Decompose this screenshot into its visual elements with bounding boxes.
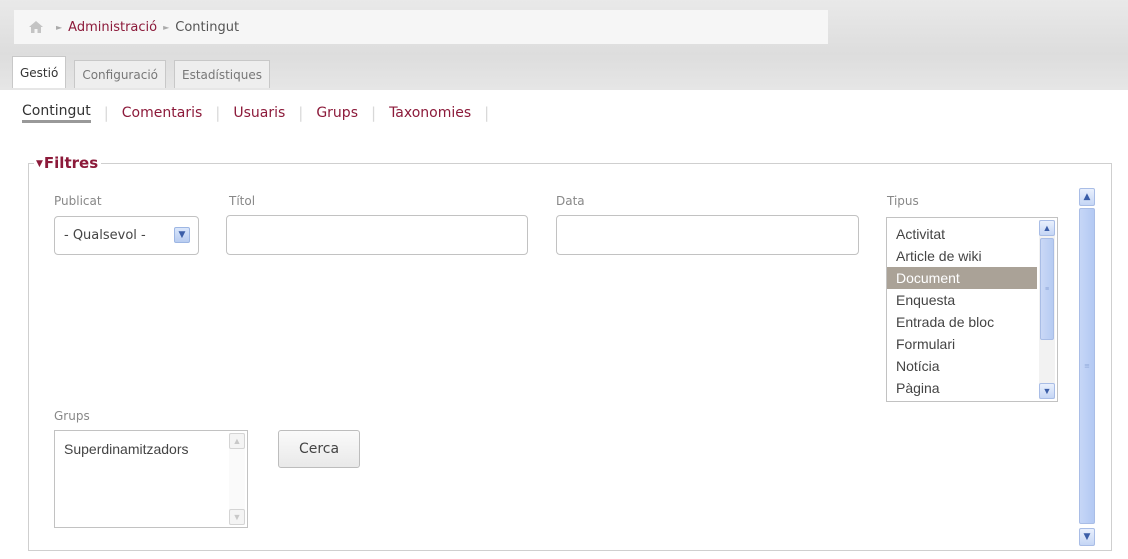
nav-divider: | <box>215 104 221 122</box>
grups-option[interactable]: Superdinamitzadors <box>55 438 247 460</box>
grups-label: Grups <box>54 409 90 423</box>
tipus-option[interactable]: Entrada de bloc <box>887 311 1057 333</box>
subnav-comentaris[interactable]: Comentaris <box>122 105 202 121</box>
scroll-down-icon[interactable]: ▼ <box>229 509 245 525</box>
tipus-option[interactable]: Enquesta <box>887 289 1057 311</box>
scroll-thumb[interactable]: ≡ <box>1079 208 1095 524</box>
subnav-contingut[interactable]: Contingut <box>22 103 91 123</box>
titol-input[interactable] <box>226 215 528 255</box>
data-label: Data <box>556 194 585 208</box>
data-input[interactable] <box>556 215 859 255</box>
secondary-nav: Contingut | Comentaris | Usuaris | Grups… <box>22 100 502 126</box>
scroll-up-icon[interactable]: ▲ <box>1079 188 1095 206</box>
search-button[interactable]: Cerca <box>278 430 360 468</box>
tipus-scrollbar[interactable]: ▲ ≡ ▼ <box>1039 220 1055 399</box>
nav-divider: | <box>103 104 109 122</box>
tab-configuracio[interactable]: Configuració <box>74 60 166 88</box>
filters-legend-label: Filtres <box>43 154 99 172</box>
tipus-option-selected[interactable]: Document <box>887 267 1037 289</box>
nav-divider: | <box>371 104 377 122</box>
breadcrumb-separator: ► <box>163 22 170 32</box>
filters-legend[interactable]: ▼Filtres <box>34 154 102 172</box>
tipus-listbox[interactable]: Activitat Article de wiki Document Enque… <box>886 217 1058 402</box>
scroll-thumb[interactable]: ≡ <box>1040 238 1054 340</box>
scroll-up-icon[interactable]: ▲ <box>229 433 245 449</box>
publicat-label: Publicat <box>54 194 102 208</box>
breadcrumb: ► Administració ► Contingut <box>14 10 828 44</box>
tipus-label: Tipus <box>887 194 919 208</box>
subnav-usuaris[interactable]: Usuaris <box>233 105 285 121</box>
subnav-taxonomies[interactable]: Taxonomies <box>389 105 471 121</box>
publicat-select[interactable]: - Qualsevol - ▼ <box>54 216 199 255</box>
subnav-grups[interactable]: Grups <box>316 105 358 121</box>
page-scrollbar[interactable]: ▲ ≡ ▼ <box>1074 188 1100 546</box>
breadcrumb-current: Contingut <box>175 19 240 35</box>
grups-listbox[interactable]: Superdinamitzadors ▲ ▼ <box>54 430 248 528</box>
chevron-down-icon[interactable]: ▼ <box>174 227 190 243</box>
tipus-option[interactable]: Pàgina <box>887 377 1057 399</box>
titol-label: Títol <box>229 194 256 208</box>
scroll-up-icon[interactable]: ▲ <box>1039 220 1055 236</box>
tipus-option[interactable]: Activitat <box>887 223 1057 245</box>
publicat-value: - Qualsevol - <box>64 228 146 243</box>
nav-divider: | <box>298 104 304 122</box>
scroll-down-icon[interactable]: ▼ <box>1079 528 1095 546</box>
tab-bar: Gestió Configuració Estadístiques <box>12 56 270 88</box>
breadcrumb-link-administracio[interactable]: Administració <box>68 20 157 35</box>
collapse-arrow-icon: ▼ <box>36 159 43 169</box>
home-icon[interactable] <box>28 20 44 34</box>
tipus-option[interactable]: Notícia <box>887 355 1057 377</box>
tipus-option[interactable]: Article de wiki <box>887 245 1057 267</box>
breadcrumb-separator: ► <box>56 22 63 32</box>
scroll-down-icon[interactable]: ▼ <box>1039 383 1055 399</box>
tipus-option[interactable]: Formulari <box>887 333 1057 355</box>
tab-estadistiques[interactable]: Estadístiques <box>174 60 270 88</box>
grups-scrollbar[interactable]: ▲ ▼ <box>229 433 245 525</box>
tab-gestio[interactable]: Gestió <box>12 56 67 88</box>
nav-divider: | <box>484 104 490 122</box>
